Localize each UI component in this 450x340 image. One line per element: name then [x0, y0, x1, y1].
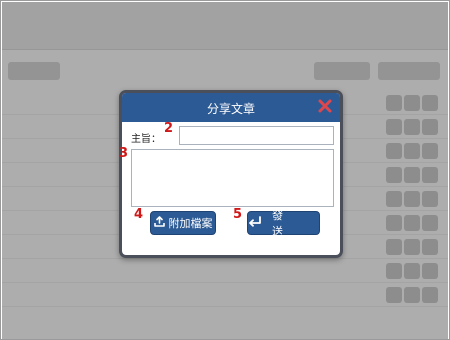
attach-file-button[interactable]: 附加檔案 [150, 211, 216, 235]
message-body-textarea[interactable] [131, 149, 334, 207]
callout-marker-body: 3 [119, 146, 129, 161]
upload-icon [153, 216, 165, 230]
attach-file-label: 附加檔案 [168, 217, 213, 230]
subject-input[interactable] [179, 126, 334, 145]
send-label: 發 送 [272, 209, 291, 238]
close-x-icon [318, 99, 332, 113]
share-article-dialog: 分享文章 主旨： 附加檔案 發 送 [119, 90, 343, 258]
enter-return-icon [248, 216, 262, 230]
callout-marker-send: 5 [233, 207, 243, 222]
screenshot-frame: 分享文章 主旨： 附加檔案 發 送 2 3 4 5 [0, 0, 450, 340]
send-button[interactable]: 發 送 [247, 209, 320, 238]
callout-marker-subject: 2 [164, 121, 174, 136]
dialog-header: 分享文章 [122, 93, 340, 122]
dialog-title: 分享文章 [206, 102, 255, 116]
callout-marker-attach: 4 [134, 207, 144, 222]
subject-label: 主旨： [131, 134, 161, 145]
close-button[interactable] [316, 97, 334, 115]
